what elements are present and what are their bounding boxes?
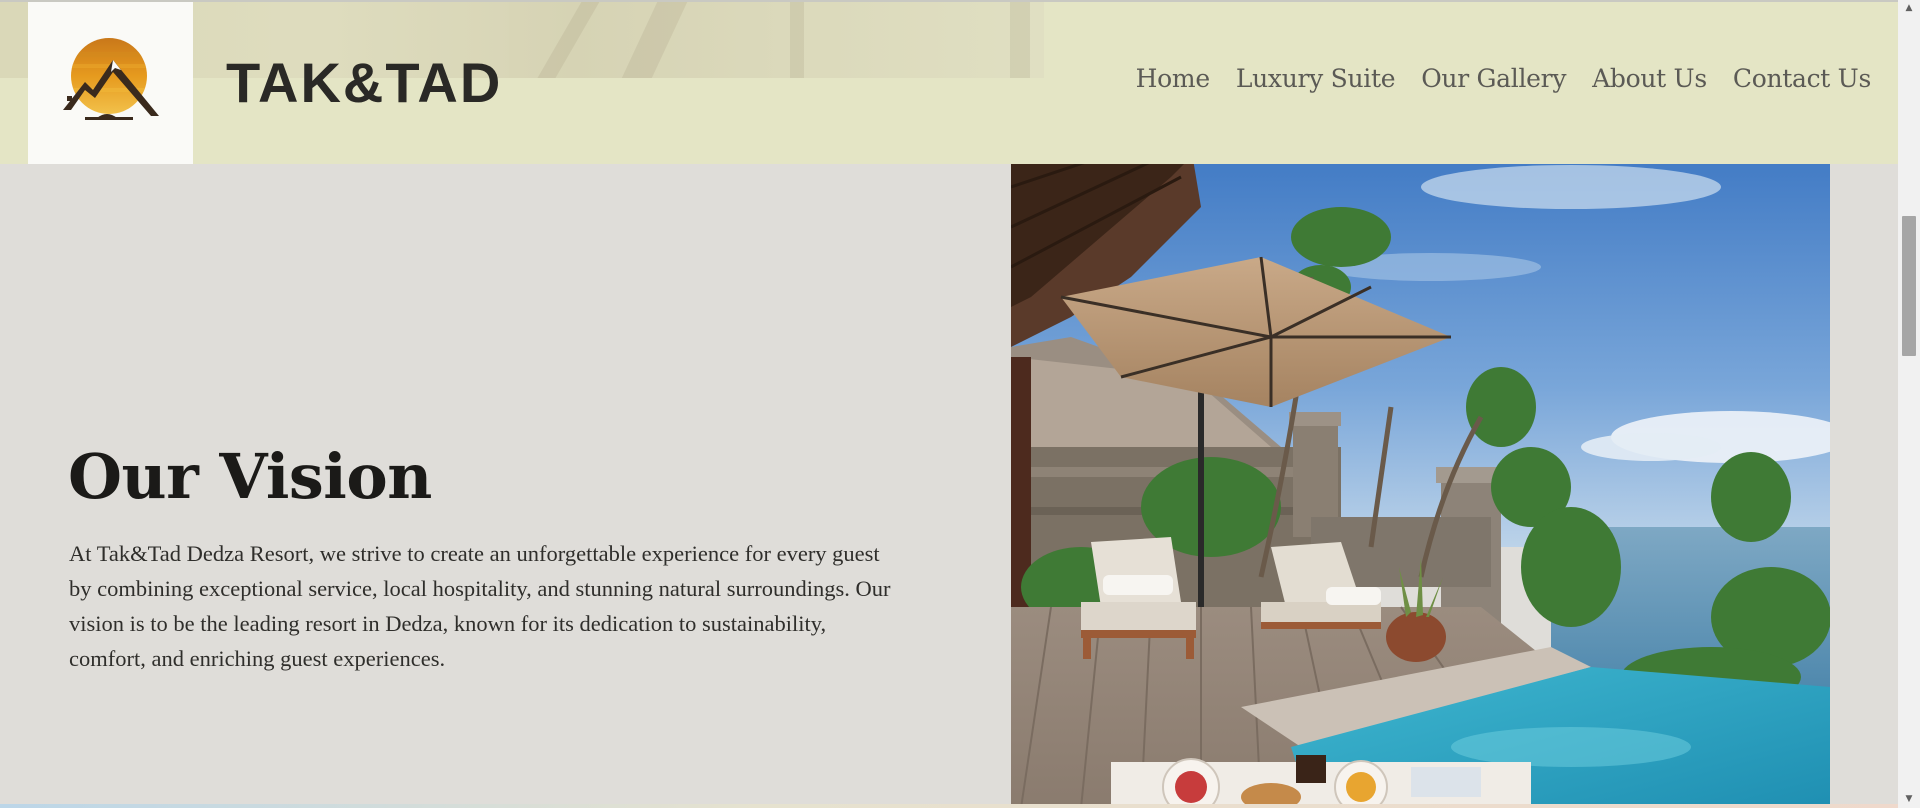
window-top-border <box>0 0 1898 2</box>
page: TAK&TAD Home Luxury Suite Our Gallery Ab… <box>0 0 1920 808</box>
logo[interactable] <box>28 0 193 164</box>
mountain-sun-logo-icon <box>62 38 159 120</box>
scrollbar-thumb[interactable] <box>1902 216 1916 356</box>
main-nav: Home Luxury Suite Our Gallery About Us C… <box>1136 64 1872 93</box>
triangle-down-icon[interactable]: ▼ <box>1898 791 1920 808</box>
nav-about-us[interactable]: About Us <box>1592 64 1707 93</box>
nav-luxury-suite[interactable]: Luxury Suite <box>1236 64 1396 93</box>
vision-title: Our Vision <box>68 440 432 513</box>
brand-name[interactable]: TAK&TAD <box>226 50 502 115</box>
vision-body: At Tak&Tad Dedza Resort, we strive to cr… <box>69 541 891 671</box>
nav-our-gallery[interactable]: Our Gallery <box>1421 64 1566 93</box>
triangle-up-icon[interactable]: ▲ <box>1898 0 1920 17</box>
nav-contact-us[interactable]: Contact Us <box>1733 64 1871 93</box>
nav-home[interactable]: Home <box>1136 64 1210 93</box>
vertical-scrollbar[interactable]: ▲ ▼ <box>1898 0 1920 808</box>
bottom-strip <box>0 804 1898 808</box>
resort-pool-photo <box>1011 147 1830 808</box>
site-header: TAK&TAD Home Luxury Suite Our Gallery Ab… <box>0 0 1898 164</box>
